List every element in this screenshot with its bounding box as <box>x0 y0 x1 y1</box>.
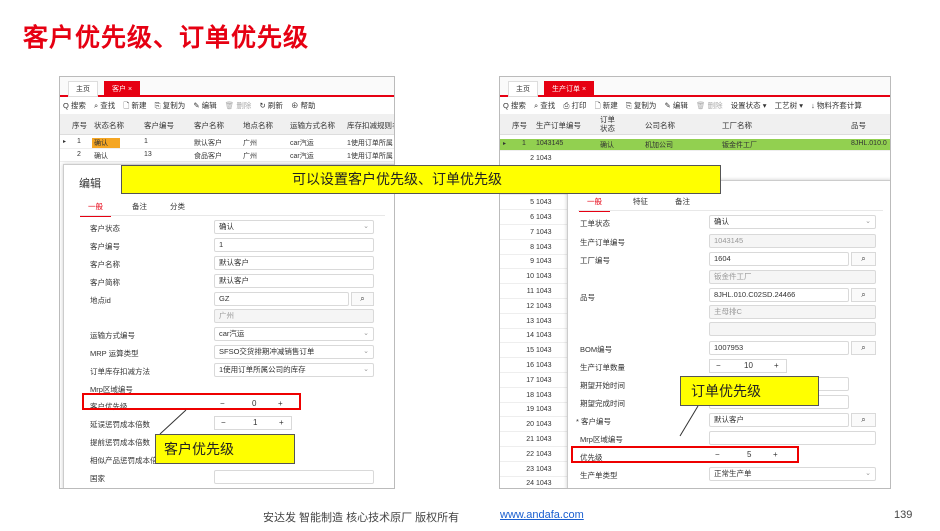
page-number: 139 <box>894 509 913 521</box>
callout-leader-lines <box>159 405 699 437</box>
footer-link[interactable]: www.andafa.com <box>500 509 584 521</box>
footer-copyright: 安达发 智能制造 核心技术原厂 版权所有 <box>263 512 460 524</box>
